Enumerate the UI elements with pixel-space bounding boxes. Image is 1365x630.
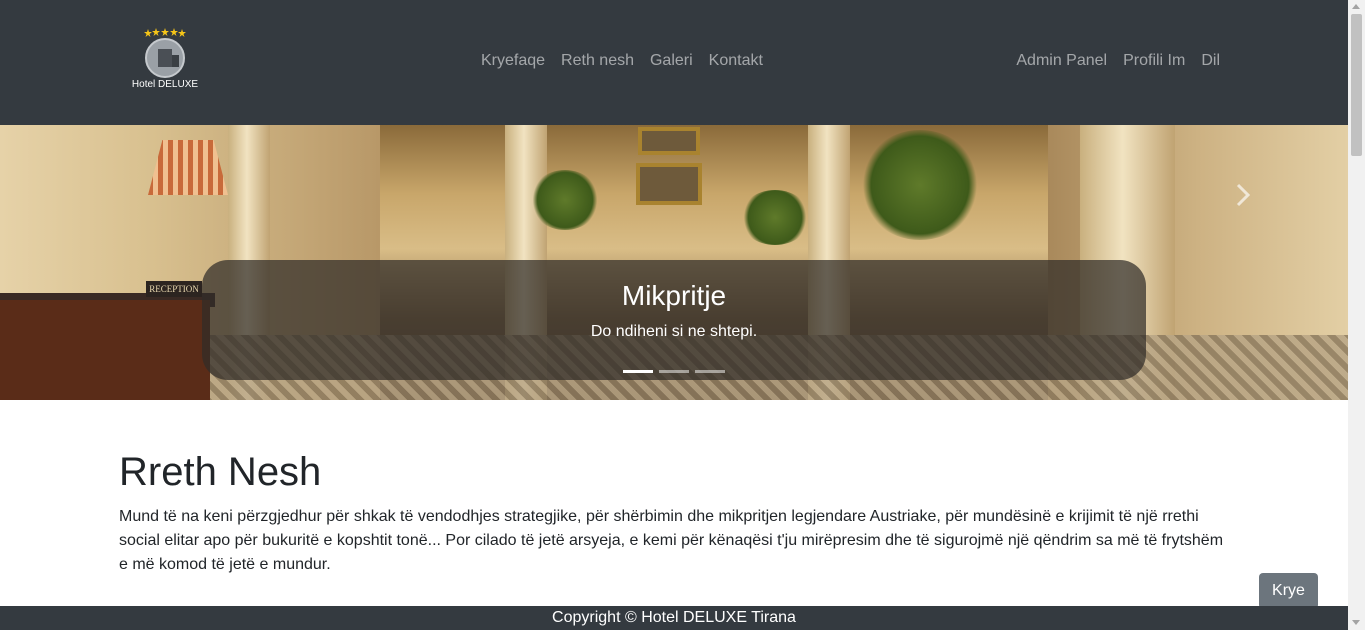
page-scrollbar[interactable] xyxy=(1348,0,1365,630)
carousel-caption-panel xyxy=(202,260,1146,380)
hero-carousel[interactable]: RECEPTION Mikpritje Do ndiheni si ne sht… xyxy=(0,125,1348,400)
nav-link-admin-panel[interactable]: Admin Panel xyxy=(1016,52,1107,70)
nav-link-logout[interactable]: Dil xyxy=(1201,52,1220,70)
about-text: Mund të na keni përzgjedhur për shkak të… xyxy=(119,508,1224,573)
chevron-right-icon[interactable] xyxy=(1236,183,1260,207)
hotel-logo[interactable]: Hotel DELUXE xyxy=(128,28,202,94)
navbar: Hotel DELUXE Kryefaqe Reth nesh Galeri K… xyxy=(0,0,1348,125)
hotel-building-icon xyxy=(145,38,185,78)
about-heading: Rreth Nesh xyxy=(119,450,322,494)
scroll-up-arrow-icon[interactable] xyxy=(1352,4,1360,9)
reception-desk xyxy=(0,300,210,400)
nav-link-gallery[interactable]: Galeri xyxy=(650,52,693,70)
carousel-caption-text: Do ndiheni si ne shtepi. xyxy=(590,323,758,340)
lobby-painting xyxy=(636,163,702,205)
scroll-down-arrow-icon[interactable] xyxy=(1352,620,1360,625)
carousel-caption-title: Mikpritje xyxy=(621,280,727,311)
carousel-indicator-1[interactable] xyxy=(623,370,653,373)
footer-copyright: Copyright © Hotel DELUXE Tirana xyxy=(552,609,796,626)
lobby-plant xyxy=(740,190,810,245)
footer: Copyright © Hotel DELUXE Tirana xyxy=(0,606,1348,630)
carousel-indicator-2[interactable] xyxy=(659,370,689,373)
logo-text: Hotel DELUXE xyxy=(131,79,199,90)
lobby-plant xyxy=(860,130,980,240)
user-nav: Admin Panel Profili Im Dil xyxy=(1016,52,1220,70)
back-to-top-button[interactable]: Krye xyxy=(1259,573,1318,609)
scroll-thumb[interactable] xyxy=(1351,14,1362,156)
lobby-painting xyxy=(638,127,700,155)
lobby-plant xyxy=(530,170,600,230)
carousel-indicators xyxy=(623,370,725,373)
carousel-indicator-3[interactable] xyxy=(695,370,725,373)
nav-link-contact[interactable]: Kontakt xyxy=(709,52,763,70)
nav-link-profile[interactable]: Profili Im xyxy=(1123,52,1185,70)
main-nav: Kryefaqe Reth nesh Galeri Kontakt xyxy=(481,52,763,70)
nav-link-home[interactable]: Kryefaqe xyxy=(481,52,545,70)
nav-link-about[interactable]: Reth nesh xyxy=(561,52,634,70)
